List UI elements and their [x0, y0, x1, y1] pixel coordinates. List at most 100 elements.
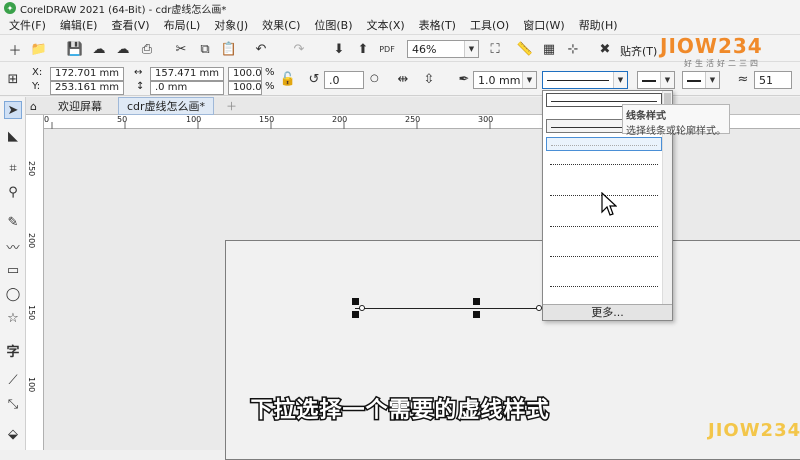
menu-text[interactable]: 文本(X)	[360, 17, 412, 33]
add-tab-icon[interactable]: ＋	[218, 97, 245, 115]
line-style-combo[interactable]: ▼	[542, 71, 628, 89]
full-screen-icon[interactable]: ⛶	[486, 40, 504, 58]
undo-icon[interactable]: ↶	[252, 40, 270, 58]
menu-layout[interactable]: 布局(L)	[157, 17, 208, 33]
cloud-download-icon[interactable]: ☁	[114, 40, 132, 58]
origin-grid-icon[interactable]: ⊞	[4, 70, 22, 88]
save-icon[interactable]: 💾	[66, 40, 84, 58]
menu-window[interactable]: 窗口(W)	[516, 17, 571, 33]
import-icon[interactable]: ⬇	[330, 40, 348, 58]
tab-active-document[interactable]: cdr虚线怎么画*	[118, 97, 215, 115]
slogan-char: 三	[739, 59, 747, 68]
zoom-level-combo[interactable]: 46% ▼	[407, 40, 479, 58]
start-arrowhead-combo[interactable]: ▼	[637, 71, 675, 89]
more-line-styles-button[interactable]: 更多...	[543, 304, 672, 320]
scale-width-field[interactable]: 100.0	[228, 67, 262, 81]
rotate-icon[interactable]: ↺	[305, 70, 323, 88]
end-arrowhead-combo[interactable]: ▼	[682, 71, 720, 89]
outline-width-combo[interactable]: 1.0 mm ▼	[473, 71, 537, 89]
lock-ratio-icon[interactable]: 🔓	[279, 70, 297, 88]
window-title: CorelDRAW 2021 (64-Bit) - cdr虚线怎么画*	[20, 4, 227, 16]
parallel-dimension-icon[interactable]: ⟋	[4, 371, 22, 389]
cut-icon[interactable]: ✂	[172, 40, 190, 58]
crop-tool-icon[interactable]: ⌗	[4, 159, 22, 177]
close-document-icon[interactable]: ✖	[596, 40, 614, 58]
show-grid-icon[interactable]: ▦	[540, 40, 558, 58]
angle-field[interactable]: .0	[324, 71, 364, 89]
snap-to-label[interactable]: 贴齐(T)	[620, 43, 657, 59]
chevron-down-icon[interactable]: ▼	[613, 72, 627, 88]
line-style-option-dotted[interactable]	[546, 279, 662, 293]
open-folder-icon[interactable]: 📁	[30, 40, 48, 58]
text-tool-icon[interactable]: 字	[4, 341, 22, 360]
property-bar: ⊞ X: Y: 172.701 mm 253.161 mm ↔ ↕ 157.47…	[0, 62, 800, 96]
menu-help[interactable]: 帮助(H)	[572, 17, 625, 33]
menu-edit[interactable]: 编辑(E)	[53, 17, 105, 33]
menu-table[interactable]: 表格(T)	[412, 17, 463, 33]
selection-handle[interactable]	[352, 298, 359, 305]
print-icon[interactable]: ⎙	[138, 40, 156, 58]
rectangle-tool-icon[interactable]: ▭	[4, 261, 22, 279]
scale-height-field[interactable]: 100.0	[228, 81, 262, 95]
x-position-field[interactable]: 172.701 mm	[50, 67, 124, 81]
selection-handle[interactable]	[352, 311, 359, 318]
mouse-pointer-icon	[601, 192, 617, 216]
width-icon: ↔	[134, 67, 143, 78]
line-node[interactable]	[359, 305, 365, 311]
fill-tool-icon[interactable]: ⬙	[4, 425, 22, 443]
paste-icon[interactable]: 📋	[220, 40, 238, 58]
menu-tools[interactable]: 工具(O)	[463, 17, 516, 33]
line-style-option-selected[interactable]	[546, 137, 662, 151]
mirror-horizontal-icon[interactable]: ⇹	[394, 70, 412, 88]
home-icon[interactable]: ⌂	[26, 97, 48, 115]
video-caption: 下拉选择一个需要的虚线样式	[249, 397, 550, 425]
chevron-down-icon[interactable]: ▼	[522, 72, 536, 88]
cloud-upload-icon[interactable]: ☁	[90, 40, 108, 58]
freehand-tool-icon[interactable]: ✎	[4, 213, 22, 231]
export-icon[interactable]: ⬆	[354, 40, 372, 58]
number-field[interactable]: 51	[754, 71, 792, 89]
menu-file[interactable]: 文件(F)	[0, 17, 53, 33]
slogan-char: 活	[706, 59, 714, 68]
mirror-vertical-icon[interactable]: ⇳	[420, 70, 438, 88]
line-style-option-dotted[interactable]	[546, 249, 662, 263]
menu-effects[interactable]: 效果(C)	[255, 17, 307, 33]
artistic-media-icon[interactable]: 〰	[4, 237, 22, 256]
curve-smoothing-icon[interactable]: ≈	[734, 70, 752, 88]
redo-icon[interactable]: ↷	[290, 40, 308, 58]
slogan-char: 好	[717, 59, 725, 68]
width-field[interactable]: 157.471 mm	[150, 67, 224, 81]
selection-handle[interactable]	[473, 298, 480, 305]
slogan-char: 二	[728, 59, 736, 68]
chevron-down-icon[interactable]: ▼	[464, 41, 478, 57]
zoom-tool-icon[interactable]: ⚲	[4, 183, 22, 201]
copy-icon[interactable]: ⧉	[196, 40, 214, 58]
export-pdf-icon[interactable]: PDF	[378, 40, 396, 58]
line-style-option-dotted[interactable]	[546, 157, 662, 171]
height-field[interactable]: .0 mm	[150, 81, 224, 95]
end-arrowhead-preview	[687, 80, 701, 82]
height-icon: ↕	[136, 81, 145, 92]
selected-line[interactable]	[355, 308, 540, 309]
pick-tool-icon[interactable]: ➤	[4, 101, 22, 119]
chevron-down-icon[interactable]: ▼	[705, 72, 719, 88]
ruler-h-label: 150	[259, 115, 275, 124]
menu-bitmaps[interactable]: 位图(B)	[307, 17, 359, 33]
line-style-option-dotted[interactable]	[546, 219, 662, 233]
chevron-down-icon[interactable]: ▼	[660, 72, 674, 88]
tab-welcome-screen[interactable]: 欢迎屏幕	[50, 97, 110, 115]
percent-label: %	[265, 67, 275, 78]
show-guidelines-icon[interactable]: ⊹	[564, 40, 582, 58]
number-value: 51	[759, 73, 773, 87]
menu-view[interactable]: 查看(V)	[104, 17, 156, 33]
y-position-field[interactable]: 253.161 mm	[50, 81, 124, 95]
polygon-tool-icon[interactable]: ☆	[4, 309, 22, 327]
selection-handle[interactable]	[473, 311, 480, 318]
outline-pen-icon[interactable]: ✒	[455, 70, 473, 88]
ellipse-tool-icon[interactable]: ◯	[4, 285, 22, 303]
menu-object[interactable]: 对象(J)	[207, 17, 255, 33]
new-document-icon[interactable]: ＋	[6, 40, 24, 59]
x-label: X:	[32, 67, 43, 78]
show-rulers-icon[interactable]: 📏	[516, 40, 534, 58]
shape-tool-icon[interactable]: ◣	[4, 127, 22, 145]
